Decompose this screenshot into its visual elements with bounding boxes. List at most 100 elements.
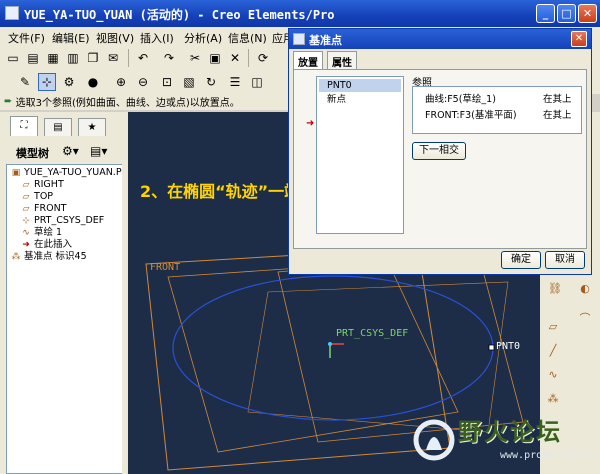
print-icon[interactable]: ▥ — [64, 49, 82, 67]
delete-icon[interactable]: ✕ — [226, 49, 244, 67]
csys-label: PRT_CSYS_DEF — [336, 328, 409, 339]
model-tree: ▣ YUE_YA-TUO_YUAN.PR ▱ RIGHT ▱ TOP ▱ FRO… — [6, 164, 124, 474]
flame-logo-icon — [413, 419, 455, 461]
ellipse-trajectory[interactable] — [172, 275, 494, 421]
show-icon[interactable]: ▤▾ — [90, 144, 107, 158]
view-manager-icon[interactable]: ▧ — [180, 73, 198, 91]
axis-tool-icon[interactable]: ╱ — [544, 342, 562, 360]
tree-item[interactable]: ▱ FRONT — [21, 203, 67, 215]
model-tree-label[interactable]: 模型树 — [16, 145, 49, 161]
front-plane-label: FRONT — [150, 262, 181, 273]
toolbar-separator — [128, 49, 129, 67]
point-list: PNT0 新点 — [316, 76, 404, 234]
curve-tool-icon[interactable]: ∿ — [544, 366, 562, 384]
point-label: PNT0 — [496, 341, 521, 352]
placement-panel: ➜ PNT0 新点 参照 曲线:F5(草绘_1) 在其上 FRONT:F3(基准… — [293, 69, 587, 249]
navigator-panel: ⛶ ▤ ★ 模型树 ⚙▾ ▤▾ ▣ YUE_YA-TUO_YUAN.PR ▱ R… — [0, 112, 128, 474]
tree-item[interactable]: ▱ RIGHT — [21, 179, 64, 191]
plane-icon: ▱ — [22, 204, 30, 214]
cut-icon[interactable]: ✂ — [186, 49, 204, 67]
point-item-new[interactable]: 新点 — [319, 93, 401, 106]
point-tool-icon[interactable]: ⁂ — [544, 390, 562, 408]
next-intersection-button[interactable]: 下一相交 — [412, 142, 466, 160]
app-icon — [5, 6, 19, 20]
menu-file[interactable]: 文件(F) — [8, 30, 45, 46]
paste-icon[interactable]: ▣ — [206, 49, 224, 67]
tree-item[interactable]: ▱ TOP — [21, 191, 54, 203]
tab-folder-browser[interactable]: ▤ — [44, 118, 72, 136]
zoom-out-icon[interactable]: ⊖ — [134, 73, 152, 91]
dialog-icon — [293, 33, 305, 45]
references-list: 曲线:F5(草绘_1) 在其上 FRONT:F3(基准平面) 在其上 — [412, 86, 582, 134]
new-icon[interactable]: ▭ — [4, 49, 22, 67]
reference-constraint[interactable]: 在其上 — [543, 91, 572, 105]
sweep-icon[interactable]: ⌒ — [576, 310, 594, 328]
datum-display-icon[interactable]: ⊹ — [38, 73, 56, 91]
shading-icon[interactable]: ● — [84, 73, 102, 91]
zoom-in-icon[interactable]: ⊕ — [112, 73, 130, 91]
minimize-button[interactable]: _ — [536, 4, 555, 23]
tab-model-tree[interactable]: ⛶ — [10, 116, 38, 136]
orient-icon[interactable]: ↻ — [202, 73, 220, 91]
layers-icon[interactable]: ☰ — [226, 73, 244, 91]
tab-favorites[interactable]: ★ — [78, 118, 106, 136]
dialog-titlebar: 基准点 ✕ — [289, 29, 591, 49]
chain-icon[interactable]: ⛓ — [546, 280, 564, 298]
point-item-pnt0[interactable]: PNT0 — [319, 79, 401, 92]
model-display-icon[interactable]: ◫ — [248, 73, 266, 91]
reference-item[interactable]: 曲线:F5(草绘_1) — [425, 91, 496, 105]
display-settings-icon[interactable]: ⚙ — [60, 73, 78, 91]
insert-arrow-icon: ➜ — [22, 240, 30, 250]
cancel-button[interactable]: 取消 — [545, 251, 585, 269]
current-point-arrow-icon: ➜ — [306, 118, 315, 129]
revolve-icon[interactable]: ◐ — [576, 282, 594, 300]
sketch-tool-icon[interactable]: ✎ — [16, 73, 34, 91]
plane-icon: ▱ — [22, 192, 30, 202]
watermark-name: 野火论坛 — [458, 418, 562, 446]
datum-point-marker[interactable] — [488, 344, 495, 351]
refit-icon[interactable]: ⊡ — [158, 73, 176, 91]
reference-constraint[interactable]: 在其上 — [543, 107, 572, 121]
tab-placement[interactable]: 放置 — [293, 51, 323, 69]
tree-item[interactable]: ➜ 在此插入 — [21, 239, 72, 251]
undo-icon[interactable]: ↶ — [134, 49, 152, 67]
close-button[interactable]: ✕ — [578, 4, 597, 23]
open-icon[interactable]: ▤ — [24, 49, 42, 67]
menu-insert[interactable]: 插入(I) — [140, 30, 174, 46]
status-message: 选取3个参照(例如曲面、曲线、边或点)以放置点。 — [15, 98, 240, 109]
tree-item[interactable]: ⁂ 基准点 标识45 — [11, 251, 87, 263]
maximize-button[interactable]: □ — [557, 4, 576, 23]
menu-view[interactable]: 视图(V) — [96, 30, 134, 46]
window-title: YUE_YA-TUO_YUAN (活动的) - Creo Elements/Pr… — [24, 8, 335, 22]
settings-icon[interactable]: ⚙▾ — [62, 144, 79, 158]
tree-item[interactable]: ▣ YUE_YA-TUO_YUAN.PR — [11, 167, 123, 179]
csys-icon: ⊹ — [22, 216, 30, 226]
redo-icon[interactable]: ↷ — [160, 49, 178, 67]
dialog-title: 基准点 — [309, 34, 342, 47]
menu-edit[interactable]: 编辑(E) — [52, 30, 90, 46]
dialog-close-button[interactable]: ✕ — [571, 31, 587, 47]
message-arrow-icon: ➨ — [4, 96, 13, 107]
ok-button[interactable]: 确定 — [501, 251, 541, 269]
menu-analysis[interactable]: 分析(A) — [184, 30, 222, 46]
sketch-icon: ∿ — [22, 228, 30, 238]
reference-item[interactable]: FRONT:F3(基准平面) — [425, 107, 517, 121]
part-icon: ▣ — [11, 168, 21, 178]
toolbar-separator — [248, 49, 249, 67]
datum-plane-tool-icon[interactable]: ▱ — [544, 318, 562, 336]
watermark-logo: 野火论坛 www.proewildfire.cn — [410, 408, 600, 474]
tree-item[interactable]: ⊹ PRT_CSYS_DEF — [21, 215, 104, 227]
regenerate-icon[interactable]: ⟳ — [254, 49, 272, 67]
model-tree-header: 模型树 ⚙▾ ▤▾ — [6, 140, 124, 164]
menu-info[interactable]: 信息(N) — [228, 30, 267, 46]
mail-icon[interactable]: ✉ — [104, 49, 122, 67]
tab-properties[interactable]: 属性 — [327, 51, 357, 69]
tree-item[interactable]: ∿ 草绘 1 — [21, 227, 62, 239]
watermark-url: www.proewildfire.cn — [500, 450, 600, 461]
copy-icon[interactable]: ❐ — [84, 49, 102, 67]
message-area: ➨ 选取3个参照(例如曲面、曲线、边或点)以放置点。 — [0, 94, 290, 110]
csys-origin — [328, 342, 332, 346]
datum-point-dialog: 基准点 ✕ 放置 属性 ➜ PNT0 新点 参照 曲线:F5(草绘_1) 在其上… — [288, 28, 592, 275]
save-icon[interactable]: ▦ — [44, 49, 62, 67]
datum-point-icon: ⁂ — [11, 252, 21, 262]
